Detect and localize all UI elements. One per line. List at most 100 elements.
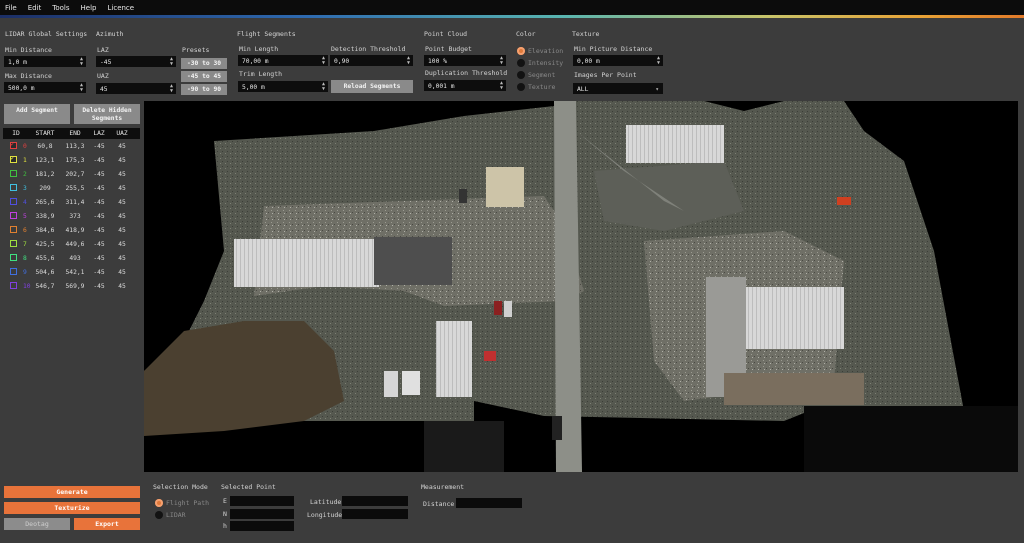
longitude-field[interactable] [342, 509, 408, 519]
spin-arrows-icon[interactable]: ▲ ▼ [657, 56, 660, 66]
point-cloud-render[interactable] [144, 101, 1018, 472]
table-row[interactable]: 3 209 255,5 -45 45 [3, 181, 140, 195]
selection-mode-title: Selection Mode [153, 483, 208, 491]
azimuth-title: Azimuth [96, 30, 124, 38]
export-button[interactable]: Export [74, 518, 140, 530]
distance-field[interactable] [456, 498, 522, 508]
menu-edit[interactable]: Edit [28, 4, 42, 12]
table-row[interactable]: 6 384,6 418,9 -45 45 [3, 223, 140, 237]
deotag-button[interactable]: Deotag [4, 518, 70, 530]
texture-title: Texture [572, 30, 600, 38]
spin-arrows-icon[interactable]: ▲ ▼ [500, 81, 503, 91]
status-panel: Selection Mode Flight Path LIDAR Selecte… [144, 472, 1024, 543]
table-row[interactable]: 2 181,2 202,7 -45 45 [3, 167, 140, 181]
min-picture-distance-field[interactable]: 0,00 m ▲ ▼ [573, 55, 663, 66]
segment-uaz: 45 [118, 198, 126, 206]
uaz-field[interactable]: 45 ▲ ▼ [96, 83, 176, 94]
spin-arrows-icon[interactable]: ▲ ▼ [80, 83, 83, 93]
segment-visibility-checkbox[interactable] [3, 212, 23, 220]
point-budget-field[interactable]: 100 % ▲ ▼ [424, 55, 506, 66]
max-distance-field[interactable]: 500,0 m ▲ ▼ [4, 82, 86, 93]
flight-path-label: Flight Path [166, 499, 210, 507]
delete-hidden-segments-button[interactable]: Delete Hidden Segments [74, 104, 140, 124]
laz-field[interactable]: -45 ▲ ▼ [96, 56, 176, 67]
table-row[interactable]: 8 455,6 493 -45 45 [3, 251, 140, 265]
table-row[interactable]: 7 425,5 449,6 -45 45 [3, 237, 140, 251]
segment-radio[interactable] [517, 71, 525, 79]
segment-end: 373 [69, 212, 81, 220]
distance-label: Distance [423, 500, 455, 508]
segment-start: 504,6 [35, 268, 55, 276]
latitude-field[interactable] [342, 496, 408, 506]
spin-arrows-icon[interactable]: ▲ ▼ [407, 56, 410, 66]
segment-visibility-checkbox[interactable] [3, 226, 23, 234]
reload-segments-button[interactable]: Reload Segments [331, 80, 413, 93]
spin-arrows-icon[interactable]: ▲ ▼ [322, 82, 325, 92]
e-field[interactable] [230, 496, 294, 506]
segment-start: 209 [39, 184, 51, 192]
segment-visibility-checkbox[interactable] [3, 170, 23, 178]
segment-visibility-checkbox[interactable]: ✓ [3, 140, 23, 150]
check-icon: ✓ [10, 140, 15, 149]
table-row[interactable]: 9 504,6 542,1 -45 45 [3, 265, 140, 279]
flight-segments-title: Flight Segments [237, 30, 296, 38]
segment-end: 113,3 [65, 142, 85, 150]
menu-help[interactable]: Help [81, 4, 97, 12]
table-row[interactable]: 10 546,7 569,9 -45 45 [3, 279, 140, 293]
images-per-point-select[interactable]: ALL ▾ [573, 83, 663, 94]
table-row[interactable]: ✓ 0 60,8 113,3 -45 45 [3, 139, 140, 153]
spin-arrows-icon[interactable]: ▲ ▼ [170, 57, 173, 67]
preset-30-button[interactable]: -30 to 30 [181, 58, 227, 69]
segment-laz: -45 [93, 156, 105, 164]
menu-licence[interactable]: Licence [108, 4, 135, 12]
table-row[interactable]: 4 265,6 311,4 -45 45 [3, 195, 140, 209]
preset-45-button[interactable]: -45 to 45 [181, 71, 227, 82]
n-field[interactable] [230, 509, 294, 519]
longitude-label: Longitude [307, 511, 343, 519]
texturize-button[interactable]: Texturize [4, 502, 140, 514]
preset-90-button[interactable]: -90 to 90 [181, 84, 227, 95]
menu-bar: File Edit Tools Help Licence [0, 0, 1024, 15]
segment-visibility-checkbox[interactable] [3, 254, 23, 262]
table-row[interactable]: 5 338,9 373 -45 45 [3, 209, 140, 223]
spin-arrows-icon[interactable]: ▲ ▼ [500, 56, 503, 66]
menu-tools[interactable]: Tools [52, 4, 69, 12]
lidar-radio[interactable] [155, 511, 163, 519]
trim-length-field[interactable]: 5,00 m ▲ ▼ [238, 81, 328, 92]
detection-threshold-field[interactable]: 0,90 ▲ ▼ [330, 55, 413, 66]
segment-laz: -45 [93, 142, 105, 150]
segment-visibility-checkbox[interactable] [3, 282, 23, 290]
segment-visibility-checkbox[interactable]: ✓ [3, 154, 23, 164]
min-distance-field[interactable]: 1,0 m ▲ ▼ [4, 56, 86, 67]
segment-visibility-checkbox[interactable] [3, 268, 23, 276]
lidar-label: LIDAR [166, 511, 186, 519]
spin-arrows-icon[interactable]: ▲ ▼ [80, 57, 83, 67]
min-length-field[interactable]: 70,00 m ▲ ▼ [238, 55, 328, 66]
segment-visibility-checkbox[interactable] [3, 184, 23, 192]
menu-file[interactable]: File [5, 4, 17, 12]
segment-start: 60,8 [37, 142, 53, 150]
segment-label: Segment [528, 71, 556, 79]
point-cloud-viewport[interactable] [144, 101, 1018, 472]
flight-path-radio[interactable] [155, 499, 163, 507]
intensity-radio[interactable] [517, 59, 525, 67]
segment-start: 338,9 [35, 212, 55, 220]
latitude-label: Latitude [310, 498, 342, 506]
generate-button[interactable]: Generate [4, 486, 140, 498]
add-segment-button[interactable]: Add Segment [4, 104, 70, 124]
segment-visibility-checkbox[interactable] [3, 198, 23, 206]
segment-end: 449,6 [65, 240, 85, 248]
texture-label: Texture [528, 83, 556, 91]
min-length-label: Min Length [239, 45, 279, 53]
table-row[interactable]: ✓ 1 123,1 175,3 -45 45 [3, 153, 140, 167]
uaz-label: UAZ [97, 72, 109, 80]
header-start: START [35, 130, 55, 137]
segment-visibility-checkbox[interactable] [3, 240, 23, 248]
spin-arrows-icon[interactable]: ▲ ▼ [322, 56, 325, 66]
texture-radio[interactable] [517, 83, 525, 91]
spin-arrows-icon[interactable]: ▲ ▼ [170, 84, 173, 94]
elevation-radio[interactable] [517, 47, 525, 55]
h-field[interactable] [230, 521, 294, 531]
point-cloud-title: Point Cloud [424, 30, 468, 38]
duplication-threshold-field[interactable]: 0,001 m ▲ ▼ [424, 80, 506, 91]
